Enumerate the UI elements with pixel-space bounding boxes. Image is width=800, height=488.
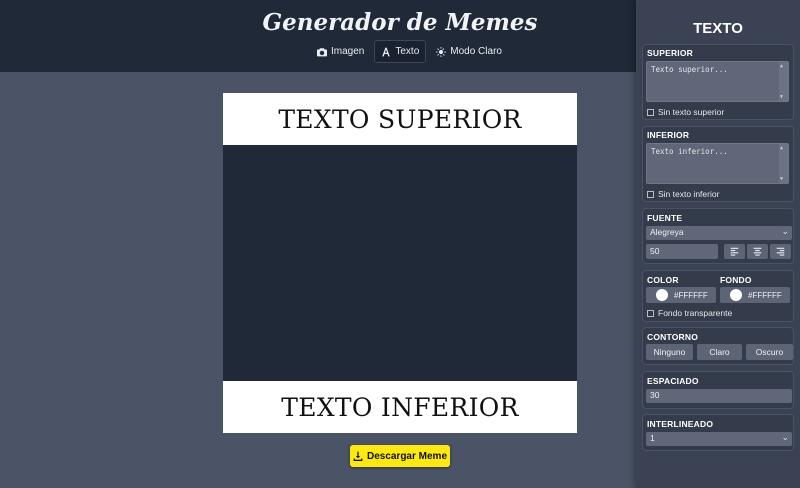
download-label: Descargar Meme [366,450,448,462]
inferior-scrollbar[interactable] [779,144,788,183]
nav-texto-button[interactable]: Texto [374,40,427,63]
contorno-section: CONTORNO Ninguno Claro Oscuro [642,327,794,365]
contorno-claro-label: Claro [709,347,730,357]
inferior-section: INFERIOR Texto inferior... Sin texto inf… [642,126,794,202]
interlineado-value: 1 [650,433,655,443]
superior-scrollbar[interactable] [779,62,788,101]
inferior-label: INFERIOR [647,130,690,140]
color-section: COLOR FONDO #FFFFFF #FFFFFF Fondo transp… [642,270,794,322]
superior-section: SUPERIOR Texto superior... Sin texto sup… [642,44,794,120]
contorno-label: CONTORNO [647,332,699,342]
align-right-icon [776,247,785,256]
contorno-claro-button[interactable]: Claro [697,344,742,360]
espaciado-section: ESPACIADO 30 [642,371,794,409]
text-color-swatch [656,289,668,301]
font-icon [382,47,391,56]
contorno-ninguno-button[interactable]: Ninguno [646,344,693,360]
fuente-section: FUENTE Alegreya ⌄ 50 [642,208,794,264]
nav-imagen-button[interactable]: Imagen [310,40,371,63]
fondo-transparente-checkbox[interactable]: Fondo transparente [647,308,732,318]
sin-texto-superior-checkbox[interactable]: Sin texto superior [647,107,724,117]
chevron-down-icon: ⌄ [781,226,789,236]
checkbox-box[interactable] [647,309,654,317]
font-select[interactable]: Alegreya ⌄ [646,226,792,240]
fuente-label: FUENTE [647,213,683,223]
inferior-textarea[interactable]: Texto inferior... [646,143,789,184]
panel-title: TEXTO [693,20,743,37]
align-center-button[interactable] [747,244,768,259]
font-size-input[interactable]: 50 [646,244,718,259]
nav-modo-claro-label: Modo Claro [450,46,502,57]
fondo-label: FONDO [720,275,752,285]
meme-top-text[interactable]: TEXTO SUPERIOR [223,93,577,145]
meme-canvas: TEXTO SUPERIOR TEXTO INFERIOR [223,93,577,433]
font-size-value: 50 [650,246,660,256]
sin-texto-superior-label: Sin texto superior [658,107,725,117]
superior-label: SUPERIOR [647,48,693,58]
meme-bottom-text[interactable]: TEXTO INFERIOR [223,381,577,433]
interlineado-select[interactable]: 1 ⌄ [646,432,792,446]
contorno-oscuro-label: Oscuro [755,347,784,357]
chevron-down-icon: ⌄ [781,432,789,442]
sin-texto-inferior-checkbox[interactable]: Sin texto inferior [647,189,719,199]
align-right-button[interactable] [770,244,791,259]
interlineado-section: INTERLINEADO 1 ⌄ [642,414,794,451]
interlineado-label: INTERLINEADO [647,419,714,429]
checkbox-box[interactable] [647,190,654,198]
contorno-ninguno-label: Ninguno [653,347,686,357]
align-left-button[interactable] [724,244,745,259]
superior-placeholder: Texto superior... [651,65,728,74]
color-label: COLOR [647,275,679,285]
background-color-value: #FFFFFF [748,290,782,300]
superior-textarea[interactable]: Texto superior... [646,61,789,102]
align-center-icon [753,247,762,256]
align-left-icon [730,247,739,256]
espaciado-label: ESPACIADO [647,376,699,386]
sun-icon [436,46,447,57]
nav-modo-claro-button[interactable]: Modo Claro [429,40,509,63]
text-color-value: #FFFFFF [674,290,708,300]
contorno-oscuro-button[interactable]: Oscuro [746,344,793,360]
sin-texto-inferior-label: Sin texto inferior [658,189,720,199]
inferior-placeholder: Texto inferior... [651,147,728,156]
fondo-transparente-label: Fondo transparente [658,308,733,318]
espaciado-input[interactable]: 30 [646,389,792,403]
espaciado-value: 30 [650,390,660,400]
camera-icon [317,47,327,56]
background-color-picker[interactable]: #FFFFFF [720,287,790,303]
nav-imagen-label: Imagen [331,46,365,57]
nav-texto-label: Texto [395,46,420,57]
download-icon [353,451,363,461]
background-color-swatch [730,289,742,301]
text-settings-panel: TEXTO SUPERIOR Texto superior... Sin tex… [636,0,800,488]
download-meme-button[interactable]: Descargar Meme [350,445,450,467]
checkbox-box[interactable] [647,108,654,116]
main-nav: Imagen Texto Modo Claro [310,40,509,63]
font-select-value: Alegreya [650,227,684,237]
text-color-picker[interactable]: #FFFFFF [646,287,716,303]
